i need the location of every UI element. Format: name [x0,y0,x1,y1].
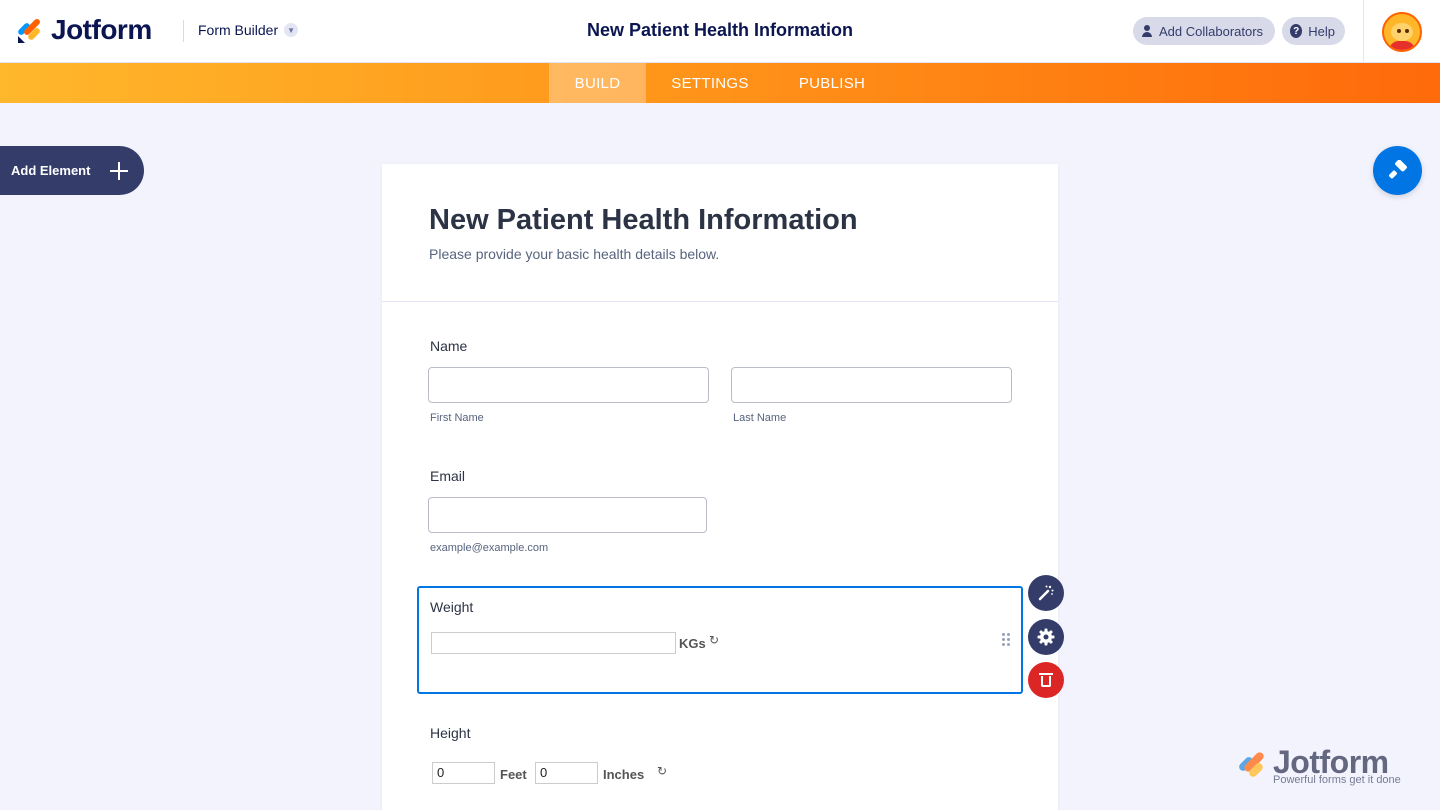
height-feet-input[interactable]: 0 [432,762,495,784]
avatar-eye [1405,29,1409,33]
add-collaborators-label: Add Collaborators [1159,23,1264,39]
add-collaborators-button[interactable]: Add Collaborators [1133,17,1275,45]
height-inches-input[interactable]: 0 [535,762,598,784]
field-settings-button[interactable] [1028,619,1064,655]
plus-icon [110,162,128,180]
reset-icon[interactable]: ↻ [657,764,667,778]
wand-button[interactable] [1028,575,1064,611]
weight-unit: KGs [679,636,706,651]
form-subtitle: Please provide your basic health details… [429,246,720,262]
avatar-body [1389,41,1415,50]
form-designer-button[interactable] [1373,146,1422,195]
chevron-down-icon: ▼ [284,23,299,37]
paint-roller-icon [1388,159,1407,178]
page-title[interactable]: New Patient Health Information [587,20,853,40]
avatar-eye [1397,29,1401,33]
drag-handle-icon[interactable] [1002,633,1012,647]
header-separator [1363,0,1364,63]
first-name-sublabel: First Name [430,412,484,424]
add-element-button[interactable]: Add Element [0,146,144,195]
jotform-watermark: Jotform Powerful forms get it done [1236,744,1406,790]
jotform-watermark-icon [1236,746,1270,780]
first-name-input[interactable] [428,367,709,403]
last-name-sublabel: Last Name [733,412,787,424]
tab-publish[interactable]: PUBLISH [774,63,890,103]
weight-input[interactable] [431,632,676,654]
builder-nav: BUILD SETTINGS PUBLISH [0,63,1440,103]
email-sublabel: example@example.com [430,542,549,554]
tab-build[interactable]: BUILD [549,63,646,103]
tab-settings[interactable]: SETTINGS [646,63,774,103]
form-builder-label: Form Builder [198,22,279,38]
logo-text: Jotform [51,14,152,45]
help-label: Help [1308,23,1335,39]
height-label: Height [430,725,471,741]
jotform-logo[interactable]: Jotform [16,14,152,46]
reset-icon[interactable]: ↻ [709,633,719,647]
help-button[interactable]: ? Help [1282,17,1345,45]
form-header[interactable]: New Patient Health Information Please pr… [382,164,1058,302]
gear-icon [1037,628,1055,646]
watermark-tagline: Powerful forms get it done [1273,774,1401,786]
help-icon: ? [1290,24,1303,38]
delete-field-button[interactable] [1028,662,1064,698]
email-field[interactable] [428,497,707,533]
add-element-label: Add Element [11,163,91,178]
weight-label: Weight [430,599,474,615]
top-header: Jotform Form Builder ▼ New Patient Healt… [0,0,1440,63]
header-divider [183,20,184,42]
form-title: New Patient Health Information [429,204,858,236]
form-builder-dropdown[interactable]: Form Builder ▼ [198,22,299,38]
last-name-input[interactable] [731,367,1012,403]
email-label: Email [430,468,466,484]
trash-icon [1039,673,1053,687]
height-feet-unit: Feet [500,767,527,782]
name-label: Name [430,338,468,354]
avatar-face [1391,23,1413,41]
wand-icon [1038,585,1054,601]
person-icon [1141,25,1153,37]
form-card: New Patient Health Information Please pr… [382,164,1058,810]
jotform-logo-icon [16,16,43,44]
height-inches-unit: Inches [603,767,645,782]
avatar[interactable] [1382,12,1422,52]
